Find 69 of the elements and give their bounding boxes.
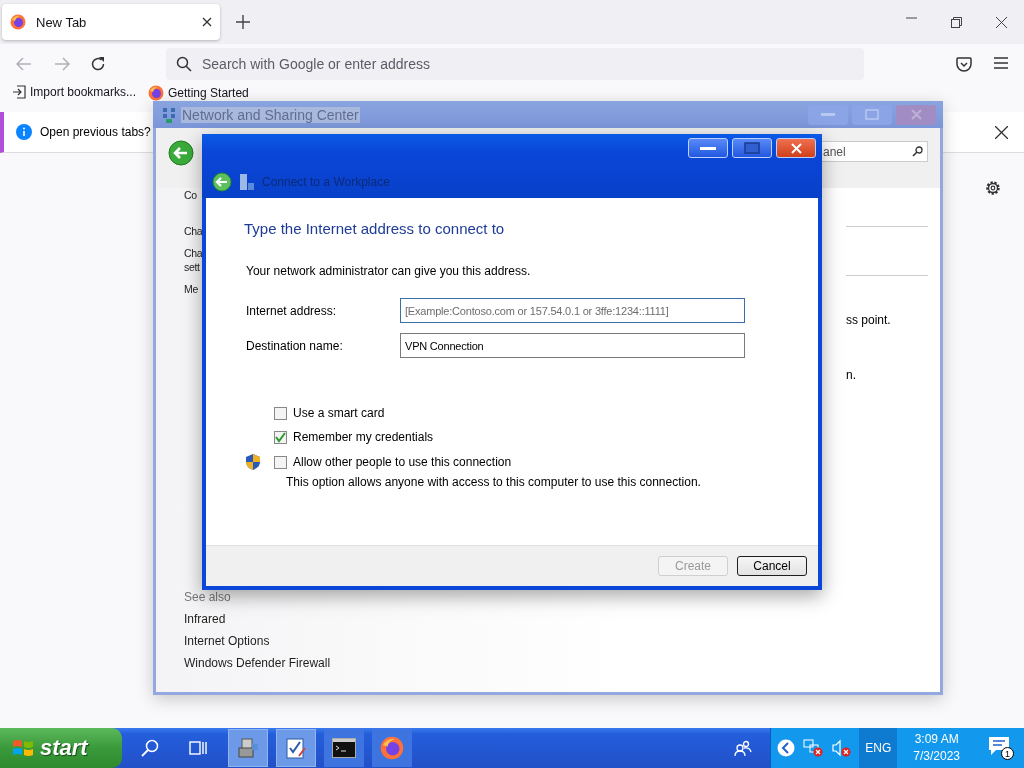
import-icon bbox=[12, 85, 26, 99]
pocket-icon[interactable] bbox=[956, 56, 972, 72]
close-button[interactable] bbox=[776, 138, 816, 158]
checkbox-label[interactable]: Allow other people to use this connection bbox=[293, 455, 512, 469]
close-icon[interactable] bbox=[995, 125, 1008, 139]
maximize-icon bbox=[865, 109, 879, 120]
firefox-icon bbox=[380, 736, 404, 760]
network-icon bbox=[161, 106, 177, 123]
chevron-icon[interactable] bbox=[777, 739, 796, 757]
dialog-heading: Type the Internet address to connect to bbox=[244, 220, 506, 237]
see-also-heading: See also bbox=[184, 590, 232, 604]
field-label: Destination name: bbox=[246, 338, 344, 353]
bookmark-item[interactable]: Getting Started bbox=[148, 85, 249, 101]
maximize-icon bbox=[744, 142, 760, 154]
checklist-icon bbox=[284, 736, 308, 760]
maximize-button[interactable] bbox=[732, 138, 772, 158]
input-field[interactable]: VPN Connection bbox=[400, 333, 745, 358]
minimize-icon bbox=[700, 146, 716, 150]
dialog-button[interactable]: Cancel bbox=[737, 556, 807, 576]
checkbox[interactable] bbox=[274, 430, 287, 444]
minimize-icon bbox=[821, 113, 835, 116]
task-view-icon[interactable] bbox=[189, 740, 207, 756]
close-icon[interactable] bbox=[996, 16, 1007, 28]
window-title: Network and Sharing Center bbox=[181, 106, 360, 123]
computer-icon bbox=[236, 736, 260, 760]
bookmark-item[interactable]: Import bookmarks... bbox=[12, 85, 137, 99]
network-icon bbox=[238, 173, 256, 191]
address-field[interactable]: Search with Google or enter address bbox=[166, 48, 864, 80]
language-indicator[interactable]: ENG bbox=[859, 728, 898, 768]
input-field[interactable]: [Example:Contoso.com or 157.54.0.1 or 3ffe:1234::1111] bbox=[400, 298, 745, 323]
search-icon bbox=[912, 146, 923, 157]
reload-icon[interactable] bbox=[90, 56, 106, 72]
taskbar-app[interactable] bbox=[324, 729, 364, 767]
notification-text: Open previous tabs? bbox=[40, 125, 151, 139]
description-text: n. bbox=[846, 368, 857, 382]
people-icon[interactable] bbox=[734, 740, 753, 756]
info-icon bbox=[16, 124, 32, 140]
network-error-icon[interactable] bbox=[803, 739, 824, 757]
close-icon bbox=[910, 109, 922, 120]
see-also-link[interactable]: Infrared bbox=[184, 612, 784, 626]
notification-icon[interactable] bbox=[988, 736, 1010, 756]
close-icon[interactable] bbox=[202, 17, 212, 27]
start-button[interactable]: start bbox=[0, 728, 122, 768]
close-icon bbox=[790, 142, 802, 154]
settings-icon[interactable] bbox=[985, 180, 1001, 196]
see-also-link[interactable]: Windows Defender Firewall bbox=[184, 656, 784, 670]
restore-icon[interactable] bbox=[951, 16, 962, 28]
see-also-link[interactable]: Internet Options bbox=[184, 634, 784, 648]
search-icon bbox=[176, 56, 192, 72]
checkbox-label[interactable]: Use a smart card bbox=[293, 406, 385, 420]
search-icon[interactable] bbox=[141, 739, 159, 757]
firefox-icon bbox=[10, 14, 26, 30]
description-text: ss point. bbox=[846, 313, 892, 327]
checkbox-label[interactable]: Remember my credentials bbox=[293, 430, 434, 444]
option-note: This option allows anyone with access to this computer to use this connection. bbox=[286, 475, 702, 489]
new-tab-icon[interactable] bbox=[236, 15, 250, 29]
notification-count: 1 bbox=[1001, 747, 1014, 760]
menu-icon[interactable] bbox=[994, 56, 1008, 69]
intro-text: Your network administrator can give you this address. bbox=[246, 264, 532, 278]
checkbox[interactable] bbox=[274, 455, 287, 469]
windows-flag-icon bbox=[12, 738, 34, 758]
firefox-icon bbox=[148, 85, 165, 101]
terminal-icon bbox=[332, 738, 356, 758]
speaker-muted-icon[interactable] bbox=[831, 739, 852, 757]
browser-tab[interactable]: New Tab bbox=[2, 4, 220, 40]
dialog-title: Connect to a Workplace bbox=[262, 175, 390, 189]
field-label: Internet address: bbox=[246, 303, 338, 318]
checkbox[interactable] bbox=[274, 406, 287, 420]
minimize-button[interactable] bbox=[688, 138, 728, 158]
